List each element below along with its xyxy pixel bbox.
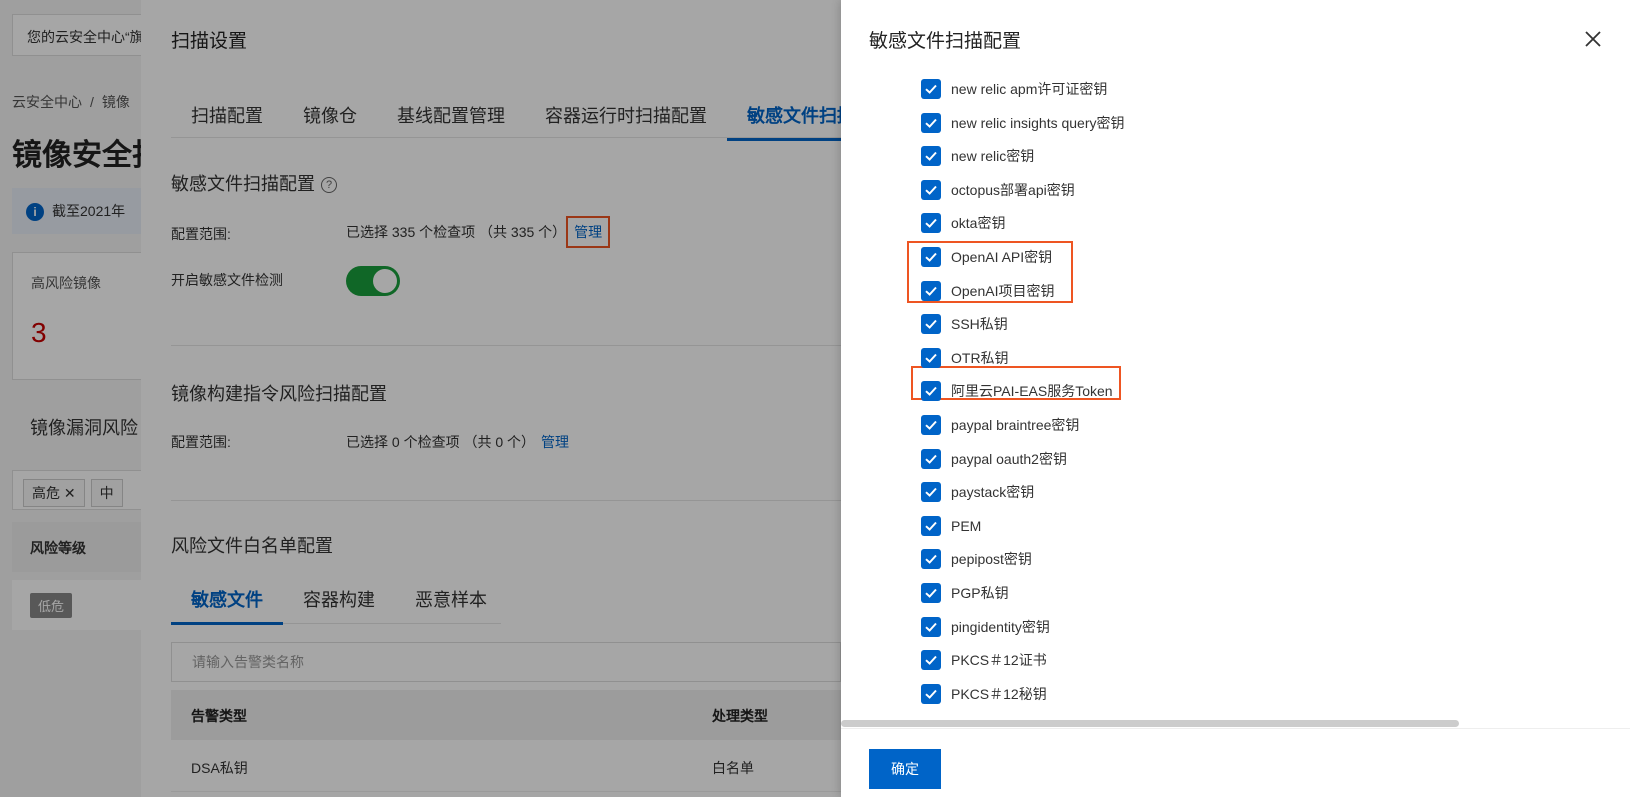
checkbox-label: paystack密钥 — [951, 484, 1035, 501]
check-icon — [925, 420, 937, 430]
close-icon[interactable] — [1582, 28, 1604, 50]
modal-mask[interactable] — [0, 0, 841, 797]
check-icon — [925, 152, 937, 162]
checkbox-checked[interactable] — [921, 213, 941, 234]
sensitive-config-drawer: 敏感文件扫描配置 new relic apm许可证密钥 new relic ins… — [841, 0, 1630, 797]
check-icon — [925, 555, 937, 565]
check-icon — [925, 252, 937, 262]
checkbox-checked[interactable] — [921, 381, 941, 402]
checkbox-checked[interactable] — [921, 179, 941, 200]
checkbox-checked[interactable] — [921, 515, 941, 536]
checkbox-checked[interactable] — [921, 616, 941, 637]
check-icon — [925, 656, 937, 666]
checkbox-label: PKCS＃12证书 — [951, 652, 1047, 669]
checkbox-checked[interactable] — [921, 247, 941, 267]
checkbox-checked[interactable] — [921, 415, 941, 435]
checkbox-label: pepipost密钥 — [951, 551, 1032, 568]
check-icon — [925, 387, 937, 397]
checkbox-checked[interactable] — [921, 650, 941, 671]
drawer-footer: 确定 — [841, 728, 1630, 797]
checkbox-label: okta密钥 — [951, 215, 1006, 232]
checkbox-label: new relic apm许可证密钥 — [951, 81, 1108, 97]
checkbox-list: new relic apm许可证密钥 new relic insights que… — [841, 74, 1630, 714]
check-icon — [925, 84, 937, 94]
check-icon — [925, 454, 937, 464]
check-icon — [925, 588, 937, 598]
checkbox-checked[interactable] — [921, 482, 941, 503]
checkbox-label: new relic insights query密钥 — [951, 114, 1125, 131]
checkbox-checked[interactable] — [921, 583, 941, 603]
checkbox-label: OpenAI API密钥 — [951, 249, 1053, 265]
checkbox-label: paypal braintree密钥 — [951, 417, 1080, 433]
check-icon — [925, 622, 937, 632]
check-icon — [925, 286, 937, 296]
checkbox-label: 阿里云PAI-EAS服务Token — [951, 383, 1113, 400]
checkbox-label: PGP私钥 — [951, 585, 1009, 601]
checkbox-label: PKCS＃12秘钥 — [951, 685, 1047, 702]
drawer-title: 敏感文件扫描配置 — [869, 31, 1022, 52]
checkbox-checked[interactable] — [921, 314, 941, 335]
checkbox-label: pingidentity密钥 — [951, 618, 1050, 635]
checkbox-checked[interactable] — [921, 549, 941, 570]
checkbox-checked[interactable] — [921, 347, 941, 368]
checkbox-label: octopus部署api密钥 — [951, 181, 1075, 198]
check-icon — [925, 320, 937, 330]
check-icon — [925, 521, 937, 531]
checkbox-label: OpenAI项目密钥 — [951, 282, 1055, 299]
check-icon — [925, 689, 937, 699]
horizontal-scrollbar[interactable] — [841, 720, 1459, 727]
check-icon — [925, 185, 937, 195]
checkbox-label: SSH私钥 — [951, 316, 1008, 333]
checkbox-checked[interactable] — [921, 112, 941, 133]
checkbox-checked[interactable] — [921, 448, 941, 469]
checkbox-label: new relic密钥 — [951, 148, 1035, 165]
check-icon — [925, 353, 937, 363]
check-icon — [925, 118, 937, 128]
check-icon — [925, 219, 937, 229]
checkbox-checked[interactable] — [921, 146, 941, 167]
check-icon — [925, 488, 937, 498]
confirm-button[interactable]: 确定 — [869, 749, 941, 789]
checkbox-label: PEM — [951, 517, 982, 534]
checkbox-label: OTR私钥 — [951, 349, 1009, 366]
checkbox-checked[interactable] — [921, 79, 941, 99]
checkbox-label: paypal oauth2密钥 — [951, 450, 1067, 467]
checkbox-checked[interactable] — [921, 683, 941, 704]
checkbox-checked[interactable] — [921, 280, 941, 301]
